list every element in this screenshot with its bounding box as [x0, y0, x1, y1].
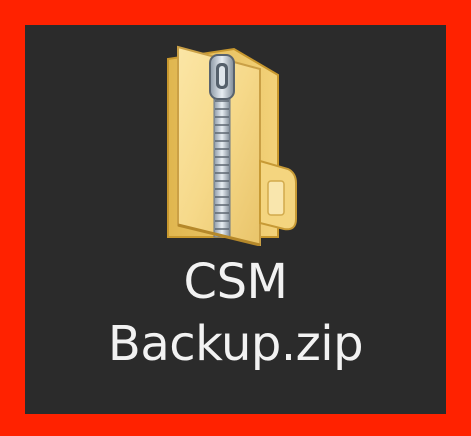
file-item-csm-backup-zip[interactable]: CSM Backup.zip	[25, 25, 446, 414]
desktop-area: CSM Backup.zip	[25, 25, 446, 414]
file-name-line-2: Backup.zip	[107, 316, 364, 372]
zip-folder-icon	[138, 41, 308, 247]
selection-highlight: CSM Backup.zip	[0, 0, 471, 436]
file-name-label: CSM Backup.zip	[25, 251, 446, 375]
file-name-line-1: CSM	[183, 254, 288, 310]
